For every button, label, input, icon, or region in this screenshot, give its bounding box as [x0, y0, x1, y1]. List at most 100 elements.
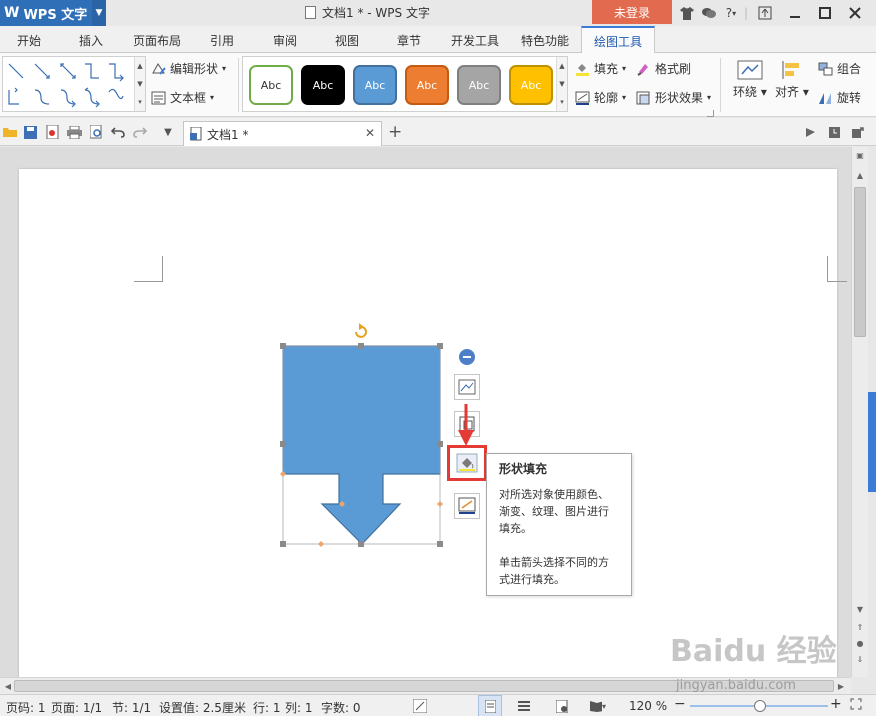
zoom-out-icon[interactable]: −: [674, 696, 686, 712]
status-page-code[interactable]: 页码: 1: [6, 699, 46, 716]
app-menu-button[interactable]: W WPS 文字: [0, 0, 92, 26]
vertical-scroll-thumb[interactable]: [854, 187, 866, 337]
tooltip-hint: 单击箭头选择不同的方式进行填充。: [499, 556, 609, 586]
reading-mode-icon[interactable]: ▾: [590, 698, 606, 714]
window-title: 文档1 * - WPS 文字: [305, 4, 430, 21]
export-pdf-icon[interactable]: [44, 124, 60, 140]
shape-style-swatch[interactable]: Abc: [509, 65, 553, 105]
line-shape-gallery[interactable]: ▲ ▼ ▾: [2, 56, 146, 112]
tab-drawing-tools[interactable]: 绘图工具: [581, 26, 656, 53]
shape-style-swatch[interactable]: Abc: [301, 65, 345, 105]
rotate-label: 旋转: [837, 91, 862, 105]
quick-access-bar: ▼ 文档1 * ✕ +: [0, 118, 876, 146]
customize-quick-access-icon[interactable]: ▼: [160, 124, 176, 140]
status-word-count[interactable]: 字数: 0: [321, 699, 361, 716]
fit-page-icon[interactable]: [850, 698, 862, 713]
arrow-callout-shape[interactable]: [282, 345, 441, 545]
selected-shape[interactable]: [270, 320, 455, 550]
outline-button[interactable]: 轮廓 ▾: [575, 89, 626, 106]
shape-style-swatch[interactable]: Abc: [353, 65, 397, 105]
redo-icon[interactable]: [132, 124, 148, 140]
shape-outline-button[interactable]: [454, 493, 480, 519]
document-tab[interactable]: 文档1 * ✕: [183, 121, 382, 146]
connector-shapes-icon[interactable]: [5, 58, 137, 112]
side-panel-tab[interactable]: [868, 392, 876, 492]
status-setting: 设置值: 2.5厘米: [159, 701, 246, 715]
browse-object-icon[interactable]: ●: [854, 637, 866, 649]
previous-page-icon[interactable]: ⇑: [854, 621, 866, 633]
track-changes-icon[interactable]: [412, 698, 428, 714]
status-row: 行: 1: [253, 701, 281, 715]
align-button[interactable]: 对齐 ▾: [775, 60, 809, 100]
help-button[interactable]: ? ▾: [720, 2, 742, 24]
scroll-down-icon[interactable]: ▼: [854, 603, 866, 615]
tab-review[interactable]: 审阅: [273, 32, 297, 49]
zoom-slider-knob[interactable]: [754, 700, 766, 712]
next-page-icon[interactable]: ⇓: [854, 653, 866, 665]
web-view-icon[interactable]: [554, 698, 570, 714]
status-page[interactable]: 页面: 1/1: [51, 699, 102, 716]
login-button[interactable]: 未登录: [592, 0, 672, 24]
open-folder-icon[interactable]: [2, 124, 18, 140]
rotate-button[interactable]: 旋转: [818, 89, 861, 106]
style-gallery-scroll[interactable]: ▲ ▼ ▾: [556, 57, 567, 111]
history-icon[interactable]: [826, 124, 842, 140]
minimize-button[interactable]: [780, 0, 810, 26]
wrap-text-icon: [737, 60, 763, 80]
page-view-icon[interactable]: [478, 695, 502, 716]
scroll-left-icon[interactable]: ◀: [2, 680, 14, 692]
fill-button[interactable]: 填充 ▾: [575, 60, 626, 77]
outline-view-icon[interactable]: [516, 698, 532, 714]
line-gallery-scroll[interactable]: ▲ ▼ ▾: [134, 57, 145, 111]
restore-ribbon-button[interactable]: [750, 0, 780, 26]
maximize-button[interactable]: [810, 0, 840, 26]
shape-style-swatch[interactable]: Abc: [405, 65, 449, 105]
shape-fill-button[interactable]: [447, 445, 487, 481]
rotate-handle-icon[interactable]: [355, 323, 367, 338]
close-tab-icon[interactable]: ✕: [365, 126, 375, 140]
format-painter-button[interactable]: 格式刷: [636, 60, 691, 77]
scroll-right-icon[interactable]: ▶: [835, 680, 847, 692]
undo-icon[interactable]: [110, 124, 126, 140]
scroll-up-icon[interactable]: ▲: [854, 169, 866, 181]
zoom-level[interactable]: 120 %: [629, 699, 667, 713]
tab-special-features[interactable]: 特色功能: [521, 32, 569, 49]
tab-chapter[interactable]: 章节: [397, 32, 421, 49]
shape-style-label: Abc: [416, 78, 438, 92]
vertical-scrollbar[interactable]: ▣ ▲ ▼ ⇑ ● ⇓: [851, 147, 868, 677]
group-button[interactable]: 组合: [818, 60, 861, 77]
print-icon[interactable]: [66, 124, 82, 140]
panel-icon[interactable]: [802, 124, 818, 140]
layout-options-button[interactable]: [454, 374, 480, 400]
shape-style-swatch[interactable]: Abc: [249, 65, 293, 105]
textbox-button[interactable]: 文本框 ▾: [151, 89, 214, 106]
wps-logo-icon: W: [4, 5, 20, 21]
fill-bucket-icon: [456, 453, 478, 473]
zoom-in-icon[interactable]: +: [830, 696, 842, 712]
tab-start[interactable]: 开始: [17, 32, 41, 49]
share-icon[interactable]: [850, 124, 866, 140]
split-view-icon[interactable]: ▣: [854, 149, 866, 161]
collapse-toolbar-icon[interactable]: [459, 349, 475, 365]
feedback-icon[interactable]: [698, 2, 720, 24]
document-workspace[interactable]: 形状填充 对所选对象使用颜色、渐变、纹理、图片进行填充。 单击箭头选择不同的方式…: [0, 147, 851, 677]
print-preview-icon[interactable]: [88, 124, 104, 140]
tab-references[interactable]: 引用: [210, 32, 234, 49]
shape-style-label: Abc: [468, 78, 490, 92]
dialog-launcher-icon[interactable]: [707, 110, 714, 117]
app-menu-dropdown-icon[interactable]: ▼: [92, 0, 106, 26]
shape-effects-button[interactable]: 形状效果 ▾: [636, 89, 711, 106]
shape-style-swatch[interactable]: Abc: [457, 65, 501, 105]
tab-view[interactable]: 视图: [335, 32, 359, 49]
skin-icon[interactable]: [676, 2, 698, 24]
save-icon[interactable]: [22, 124, 38, 140]
close-button[interactable]: [840, 0, 870, 26]
tab-page-layout[interactable]: 页面布局: [133, 32, 181, 49]
tab-developer[interactable]: 开发工具: [451, 32, 499, 49]
tab-insert[interactable]: 插入: [79, 32, 103, 49]
wrap-button[interactable]: 环绕 ▾: [733, 60, 767, 100]
new-tab-icon[interactable]: +: [388, 122, 402, 142]
edit-shape-label: 编辑形状: [170, 62, 219, 76]
shape-style-label: Abc: [520, 78, 542, 92]
edit-shape-button[interactable]: 编辑形状 ▾: [151, 60, 226, 77]
